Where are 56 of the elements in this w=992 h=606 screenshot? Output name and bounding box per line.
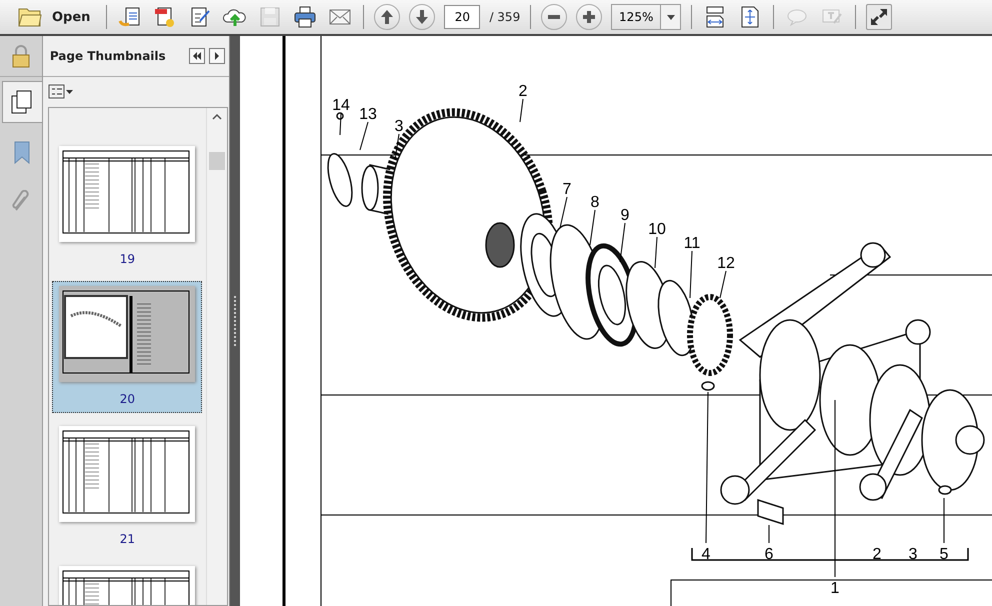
page-number-field[interactable]: 20	[444, 5, 480, 29]
page-number-label: 21	[120, 532, 136, 548]
page-thumbnail[interactable]	[59, 426, 196, 522]
bookmark-icon	[12, 140, 31, 164]
callout-number: 3	[394, 118, 404, 135]
callout-number: 13	[359, 106, 377, 123]
leader-line	[520, 98, 524, 122]
callout-number: 2	[872, 546, 882, 563]
leader-line	[340, 112, 342, 136]
zoom-in-icon[interactable]	[576, 4, 602, 30]
leader-line	[560, 196, 568, 228]
callout-number: 3	[908, 546, 918, 563]
leader-line	[654, 236, 658, 268]
sidebar-tab[interactable]	[2, 81, 42, 123]
double-left-arrow-icon	[192, 52, 202, 60]
lock-icon	[10, 44, 31, 68]
dropdown-button[interactable]	[660, 4, 682, 30]
callout-number: 6	[764, 546, 774, 563]
callout-number: 12	[717, 255, 735, 272]
zoom-field[interactable]: 125%	[611, 4, 660, 30]
callout-number: 7	[562, 181, 572, 198]
callout-number: 9	[620, 207, 630, 224]
callout-number: 11	[684, 235, 700, 252]
page-number-label: 20	[120, 392, 136, 408]
callout-number: 14	[332, 97, 350, 114]
callout-number: 1	[830, 580, 840, 597]
page-number-label: 19	[120, 252, 136, 268]
leader-line	[720, 270, 726, 298]
pages-icon	[11, 90, 34, 114]
leader-line	[620, 222, 626, 262]
expand-button[interactable]	[209, 48, 226, 64]
page-thumbnail[interactable]	[59, 146, 196, 242]
leader-line	[768, 524, 770, 544]
callout-number: 4	[702, 546, 710, 563]
panel-title: Page Thumbnails	[50, 49, 167, 63]
caret-icon	[666, 14, 675, 20]
folder-icon	[18, 7, 42, 27]
page-thumbnail[interactable]	[59, 286, 196, 382]
collapse-button[interactable]	[189, 48, 206, 64]
callout-number: 2	[518, 83, 528, 100]
scroll-up-icon[interactable]	[210, 112, 224, 122]
print-icon[interactable]	[292, 4, 318, 30]
zoom-out-icon[interactable]	[541, 4, 568, 30]
right-arrow-icon	[214, 52, 220, 60]
scrollbar[interactable]	[206, 108, 228, 605]
leader-line	[590, 210, 596, 246]
fullscreen-icon[interactable]	[866, 4, 892, 30]
page-count: / 359	[489, 10, 520, 24]
callout-number: 5	[940, 546, 948, 563]
open-button[interactable]: Open	[18, 7, 96, 27]
callout-number: 10	[648, 221, 666, 238]
options-button[interactable]	[48, 84, 74, 100]
leader-line	[360, 122, 368, 150]
scrollbar-thumb[interactable]	[209, 152, 226, 170]
callout-number: 8	[590, 194, 600, 211]
leader-line	[690, 250, 692, 298]
